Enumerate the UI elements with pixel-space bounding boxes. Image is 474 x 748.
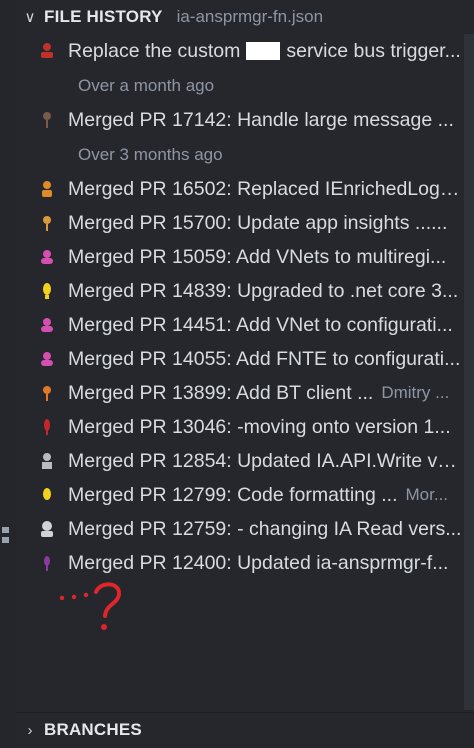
file-history-filename: ia-ansprmgr-fn.json xyxy=(176,7,324,26)
branches-header[interactable]: › BRANCHES xyxy=(16,712,474,747)
commit-row[interactable]: Merged PR 14451: Add VNet to configurati… xyxy=(16,308,464,342)
date-group-label: Over 3 months ago xyxy=(78,145,223,164)
avatar-icon xyxy=(36,382,58,404)
commit-row[interactable]: Merged PR 14839: Upgraded to .net core 3… xyxy=(16,274,464,308)
avatar-icon xyxy=(36,246,58,268)
commit-label: Merged PR 15059: Add VNets to multiregi.… xyxy=(68,245,447,268)
commit-label: Merged PR 14055: Add FNTE to configurati… xyxy=(68,347,461,370)
commit-label: Replace the custom service bus trigger... xyxy=(68,39,461,62)
commit-label: Merged PR 14451: Add VNet to configurati… xyxy=(68,313,453,336)
commit-row[interactable]: Merged PR 12854: Updated IA.API.Write ve… xyxy=(16,444,464,478)
commit-author: Dmitry ... xyxy=(381,383,450,402)
avatar-icon xyxy=(36,484,58,506)
chevron-right-icon: › xyxy=(27,721,33,739)
avatar-icon xyxy=(36,518,58,540)
redaction-box xyxy=(246,42,281,61)
avatar-icon xyxy=(36,280,58,302)
commit-row[interactable]: Merged PR 12759: - changing IA Read vers… xyxy=(16,512,464,546)
commit-row[interactable]: Merged PR 15700: Update app insights ...… xyxy=(16,206,464,240)
commit-label: Merged PR 13899: Add BT client ... xyxy=(68,381,374,404)
commit-label: Merged PR 15700: Update app insights ...… xyxy=(68,211,448,234)
avatar-icon xyxy=(36,178,58,200)
branches-title: BRANCHES xyxy=(44,720,142,739)
avatar-icon xyxy=(36,212,58,234)
commit-label: Merged PR 16502: Replaced IEnrichedLogg.… xyxy=(68,177,464,200)
avatar-icon xyxy=(36,40,58,62)
commit-label: Merged PR 12400: Updated ia-ansprmgr-f..… xyxy=(68,551,449,574)
commit-label: Merged PR 14839: Upgraded to .net core 3… xyxy=(68,279,459,302)
commit-row[interactable]: Merged PR 14055: Add FNTE to configurati… xyxy=(16,342,464,376)
scrollbar-track[interactable] xyxy=(464,34,474,710)
commit-author: Mor... xyxy=(405,485,449,504)
file-history-title: FILE HISTORY xyxy=(44,7,163,26)
commit-row[interactable]: Merged PR 17142: Handle large message ..… xyxy=(16,103,464,137)
commit-row[interactable]: Merged PR 16502: Replaced IEnrichedLogg.… xyxy=(16,172,464,206)
avatar-icon xyxy=(36,348,58,370)
annotation-question-mark xyxy=(59,582,121,630)
commit-label: Merged PR 12759: - changing IA Read vers… xyxy=(68,517,462,540)
commit-row[interactable]: Replace the custom service bus trigger... xyxy=(16,34,464,68)
chevron-down-icon: ∨ xyxy=(24,9,36,26)
avatar-icon xyxy=(36,314,58,336)
commit-label: Merged PR 17142: Handle large message ..… xyxy=(68,108,454,131)
commit-row[interactable]: Merged PR 13046: -moving onto version 1.… xyxy=(16,410,464,444)
commit-row[interactable]: Merged PR 12400: Updated ia-ansprmgr-f..… xyxy=(16,546,464,580)
commit-row[interactable]: Merged PR 15059: Add VNets to multiregi.… xyxy=(16,240,464,274)
avatar-icon xyxy=(36,552,58,574)
commit-label: Merged PR 12854: Updated IA.API.Write ve… xyxy=(68,449,464,472)
avatar-icon xyxy=(36,450,58,472)
date-group-label: Over a month ago xyxy=(78,76,215,95)
editor-gutter xyxy=(0,0,16,748)
avatar-icon xyxy=(36,109,58,131)
commit-row[interactable]: Merged PR 13899: Add BT client ... Dmitr… xyxy=(16,376,464,410)
commit-row[interactable]: Merged PR 12799: Code formatting ... Mor… xyxy=(16,478,464,512)
avatar-icon xyxy=(36,416,58,438)
commit-label: Merged PR 12799: Code formatting ... xyxy=(68,483,398,506)
gutter-marker xyxy=(2,537,9,543)
gutter-marker xyxy=(2,527,9,533)
commit-label: Merged PR 13046: -moving onto version 1.… xyxy=(68,415,451,438)
file-history-header[interactable]: ∨ FILE HISTORY ia-ansprmgr-fn.json xyxy=(16,0,474,34)
